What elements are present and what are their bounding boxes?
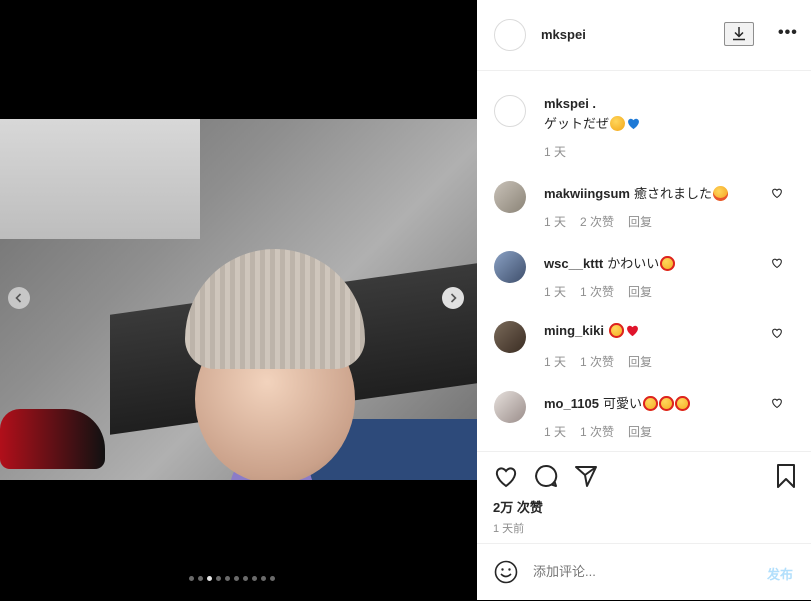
post-comment-button[interactable]: 发布 xyxy=(767,564,793,583)
comment-username[interactable]: ming_kiki xyxy=(544,323,604,338)
comment-text: 癒されました xyxy=(633,186,712,201)
like-heart-icon[interactable] xyxy=(493,463,519,489)
download-icon xyxy=(733,27,745,41)
like-comment-heart-icon[interactable] xyxy=(771,257,783,269)
comment-line: ming_kiki xyxy=(544,323,640,338)
like-comment-heart-icon[interactable] xyxy=(771,327,783,339)
avatar[interactable] xyxy=(494,181,526,213)
share-send-icon[interactable] xyxy=(573,463,599,489)
post-photo[interactable] xyxy=(0,119,477,480)
like-comment-heart-icon[interactable] xyxy=(771,187,783,199)
comment-meta: 1 天 2 次赞 回复 xyxy=(544,213,666,230)
media-pane xyxy=(0,0,477,600)
comment-username[interactable]: makwiingsum xyxy=(544,186,630,201)
comment-line: makwiingsum 癒されました xyxy=(544,183,728,202)
comment-item: mo_1105 可愛い 1 天 1 次赞 回复 xyxy=(494,391,794,451)
comment-meta: 1 天 1 次赞 回复 xyxy=(544,423,666,440)
avatar[interactable] xyxy=(494,95,526,127)
comment-input[interactable] xyxy=(533,564,733,579)
comment-line: mo_1105 可愛い xyxy=(544,393,690,412)
carousel-dot xyxy=(270,576,275,581)
reply-button[interactable]: 回复 xyxy=(628,285,652,299)
bookmark-icon[interactable] xyxy=(773,463,799,489)
more-options-icon[interactable]: ••• xyxy=(778,24,798,42)
star-struck-emoji-icon xyxy=(658,396,674,411)
star-struck-emoji-icon xyxy=(660,256,676,271)
post-sidebar: mkspei ••• mkspei . ゲットだぜ 1 天 makwiingsu… xyxy=(477,0,811,600)
emoji-picker-icon[interactable] xyxy=(494,560,518,584)
comment-likes[interactable]: 1 次赞 xyxy=(580,285,614,299)
comment-time: 1 天 xyxy=(544,285,567,299)
carousel-dot xyxy=(216,576,221,581)
carousel-indicator xyxy=(189,576,275,581)
previous-photo-button[interactable] xyxy=(8,287,30,309)
likes-count[interactable]: 2万 次赞 xyxy=(493,497,543,516)
star-struck-emoji-icon xyxy=(642,396,658,411)
avatar[interactable] xyxy=(494,321,526,353)
comment-meta: 1 天 1 次赞 回复 xyxy=(544,283,666,300)
comment-time: 1 天 xyxy=(544,425,567,439)
comment-likes[interactable]: 2 次赞 xyxy=(580,215,614,229)
kiss-emoji-icon xyxy=(610,116,626,131)
comment-line: wsc__kttt かわいい xyxy=(544,253,676,272)
carousel-dot xyxy=(261,576,266,581)
add-comment-bar: 发布 xyxy=(477,543,811,601)
carousel-dot xyxy=(252,576,257,581)
avatar[interactable] xyxy=(494,251,526,283)
post-header: mkspei ••• xyxy=(477,0,811,71)
comment-username[interactable]: wsc__kttt xyxy=(544,256,603,271)
comment-item: wsc__kttt かわいい 1 天 1 次赞 回复 xyxy=(494,251,794,311)
comment-meta: 1 天 1 次赞 回复 xyxy=(544,353,666,370)
blue-heart-emoji-icon xyxy=(628,118,639,130)
carousel-dot xyxy=(189,576,194,581)
carousel-dot xyxy=(198,576,203,581)
post-actions: 2万 次赞 1 天前 xyxy=(477,451,811,544)
instagram-post-viewer: mkspei ••• mkspei . ゲットだぜ 1 天 makwiingsu… xyxy=(0,0,811,600)
red-heart-emoji-icon xyxy=(627,325,638,337)
star-struck-emoji-icon xyxy=(674,396,690,411)
comment-likes[interactable]: 1 次赞 xyxy=(580,425,614,439)
avatar[interactable] xyxy=(494,391,526,423)
comment-text: 可愛い xyxy=(602,396,642,411)
chevron-left-icon xyxy=(15,293,22,303)
chevron-right-icon xyxy=(450,293,457,303)
comment-username[interactable]: mo_1105 xyxy=(544,396,599,411)
comment-likes[interactable]: 1 次赞 xyxy=(580,355,614,369)
carousel-dot xyxy=(234,576,239,581)
post-time: 1 天前 xyxy=(493,523,525,535)
carousel-dot xyxy=(243,576,248,581)
reply-button[interactable]: 回复 xyxy=(628,215,652,229)
reply-button[interactable]: 回复 xyxy=(628,355,652,369)
caption-text-row: ゲットだぜ xyxy=(544,113,641,132)
carousel-dot-active xyxy=(207,576,212,581)
caption-time: 1 天 xyxy=(544,145,567,159)
reply-button[interactable]: 回复 xyxy=(628,425,652,439)
like-comment-heart-icon[interactable] xyxy=(771,397,783,409)
carousel-dot xyxy=(225,576,230,581)
comment-time: 1 天 xyxy=(544,355,567,369)
caption-text: ゲットだぜ xyxy=(544,116,610,131)
next-photo-button[interactable] xyxy=(442,287,464,309)
post-username[interactable]: mkspei xyxy=(541,27,586,42)
comment-item: makwiingsum 癒されました 1 天 2 次赞 回复 xyxy=(494,181,794,241)
download-button[interactable] xyxy=(724,22,754,46)
comments-list[interactable]: mkspei . ゲットだぜ 1 天 makwiingsum 癒されました 1 天… xyxy=(477,71,811,451)
comment-time: 1 天 xyxy=(544,215,567,229)
caption-username[interactable]: mkspei . xyxy=(544,96,596,111)
comment-item: ming_kiki 1 天 1 次赞 回复 xyxy=(494,321,794,381)
smiling-hearts-emoji-icon xyxy=(712,186,728,201)
avatar[interactable] xyxy=(494,19,526,51)
comment-text: かわいい xyxy=(607,256,660,271)
comment-icon[interactable] xyxy=(533,463,559,489)
star-struck-emoji-icon xyxy=(608,323,624,338)
